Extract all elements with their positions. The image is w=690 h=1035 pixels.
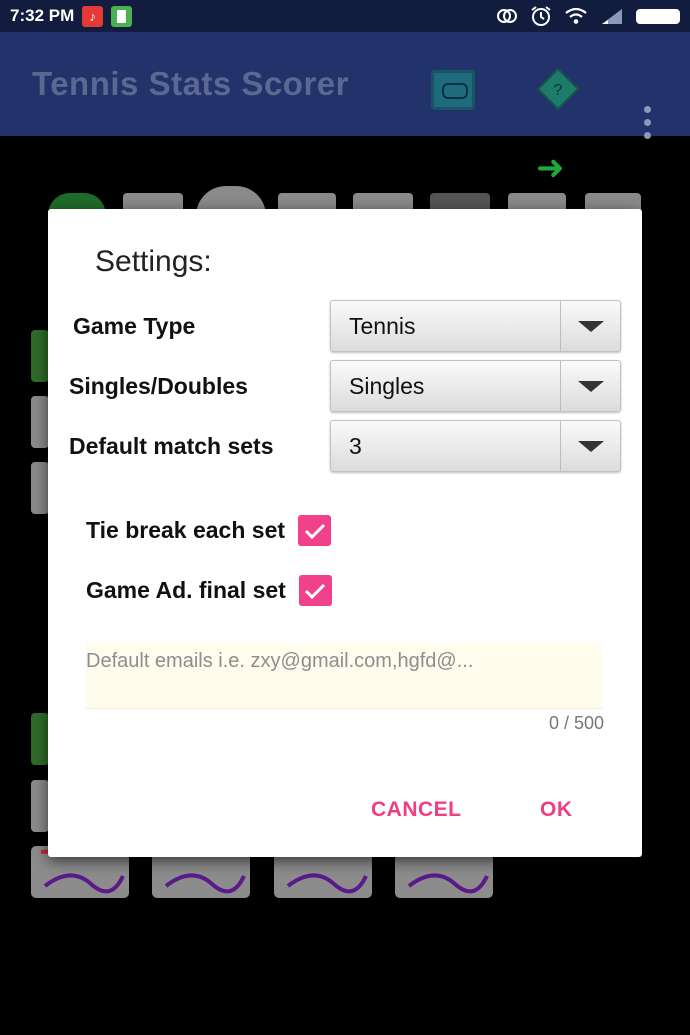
singles-doubles-dropdown-button[interactable] <box>560 361 620 411</box>
match-sets-select[interactable]: 3 <box>330 420 621 472</box>
game-ad-label: Game Ad. final set <box>86 577 286 603</box>
singles-doubles-value: Singles <box>349 372 425 399</box>
settings-dialog: Settings: Game Type Tennis Singles/Doubl… <box>48 209 642 857</box>
overflow-menu-icon[interactable] <box>640 106 654 139</box>
app-title: Tennis Stats Scorer <box>32 65 349 102</box>
bg-side-tile <box>31 396 49 448</box>
sync-icon <box>497 9 517 23</box>
status-bar: 7:32 PM ♪ <box>0 0 690 32</box>
bg-side-tile <box>31 462 49 514</box>
next-arrow-icon: ➜ <box>536 149 565 187</box>
bg-side-tile <box>31 713 49 765</box>
music-notification-icon: ♪ <box>82 5 104 27</box>
match-sets-dropdown-button[interactable] <box>560 421 620 471</box>
game-type-label: Game Type <box>73 313 196 339</box>
default-emails-input[interactable] <box>86 643 602 709</box>
game-ad-row: Game Ad. final set <box>86 575 332 606</box>
ok-button[interactable]: OK <box>540 798 573 822</box>
chevron-down-icon <box>577 380 604 392</box>
status-time: 7:32 PM <box>10 6 75 25</box>
singles-doubles-label: Singles/Doubles <box>69 373 248 399</box>
game-type-select[interactable]: Tennis <box>330 300 621 352</box>
cancel-button[interactable]: CANCEL <box>371 798 462 822</box>
singles-doubles-select[interactable]: Singles <box>330 360 621 412</box>
chevron-down-icon <box>577 440 604 452</box>
checkmark-icon <box>304 523 325 539</box>
email-char-counter: 0 / 500 <box>548 713 604 733</box>
game-type-dropdown-button[interactable] <box>560 301 620 351</box>
wifi-icon <box>565 7 587 24</box>
app-bar: Tennis Stats Scorer ? <box>0 32 690 139</box>
dialog-title: Settings: <box>95 245 212 278</box>
battery-icon <box>636 8 680 24</box>
alarm-icon <box>531 6 551 26</box>
signal-icon <box>602 9 622 24</box>
chevron-down-icon <box>577 320 604 332</box>
game-ad-checkbox[interactable] <box>298 575 332 606</box>
battery-notification-icon <box>111 5 133 27</box>
tie-break-label: Tie break each set <box>86 517 286 543</box>
stats-icon[interactable] <box>431 70 475 110</box>
svg-text:?: ? <box>554 82 563 99</box>
tie-break-row: Tie break each set <box>86 515 332 546</box>
help-diamond-icon[interactable]: ? <box>537 68 579 110</box>
checkmark-icon <box>305 583 326 599</box>
bg-side-tile <box>31 780 49 832</box>
match-sets-label: Default match sets <box>69 433 274 459</box>
tie-break-checkbox[interactable] <box>298 515 332 546</box>
game-type-value: Tennis <box>349 312 416 339</box>
bg-side-tile <box>31 330 49 382</box>
match-sets-value: 3 <box>349 432 362 459</box>
